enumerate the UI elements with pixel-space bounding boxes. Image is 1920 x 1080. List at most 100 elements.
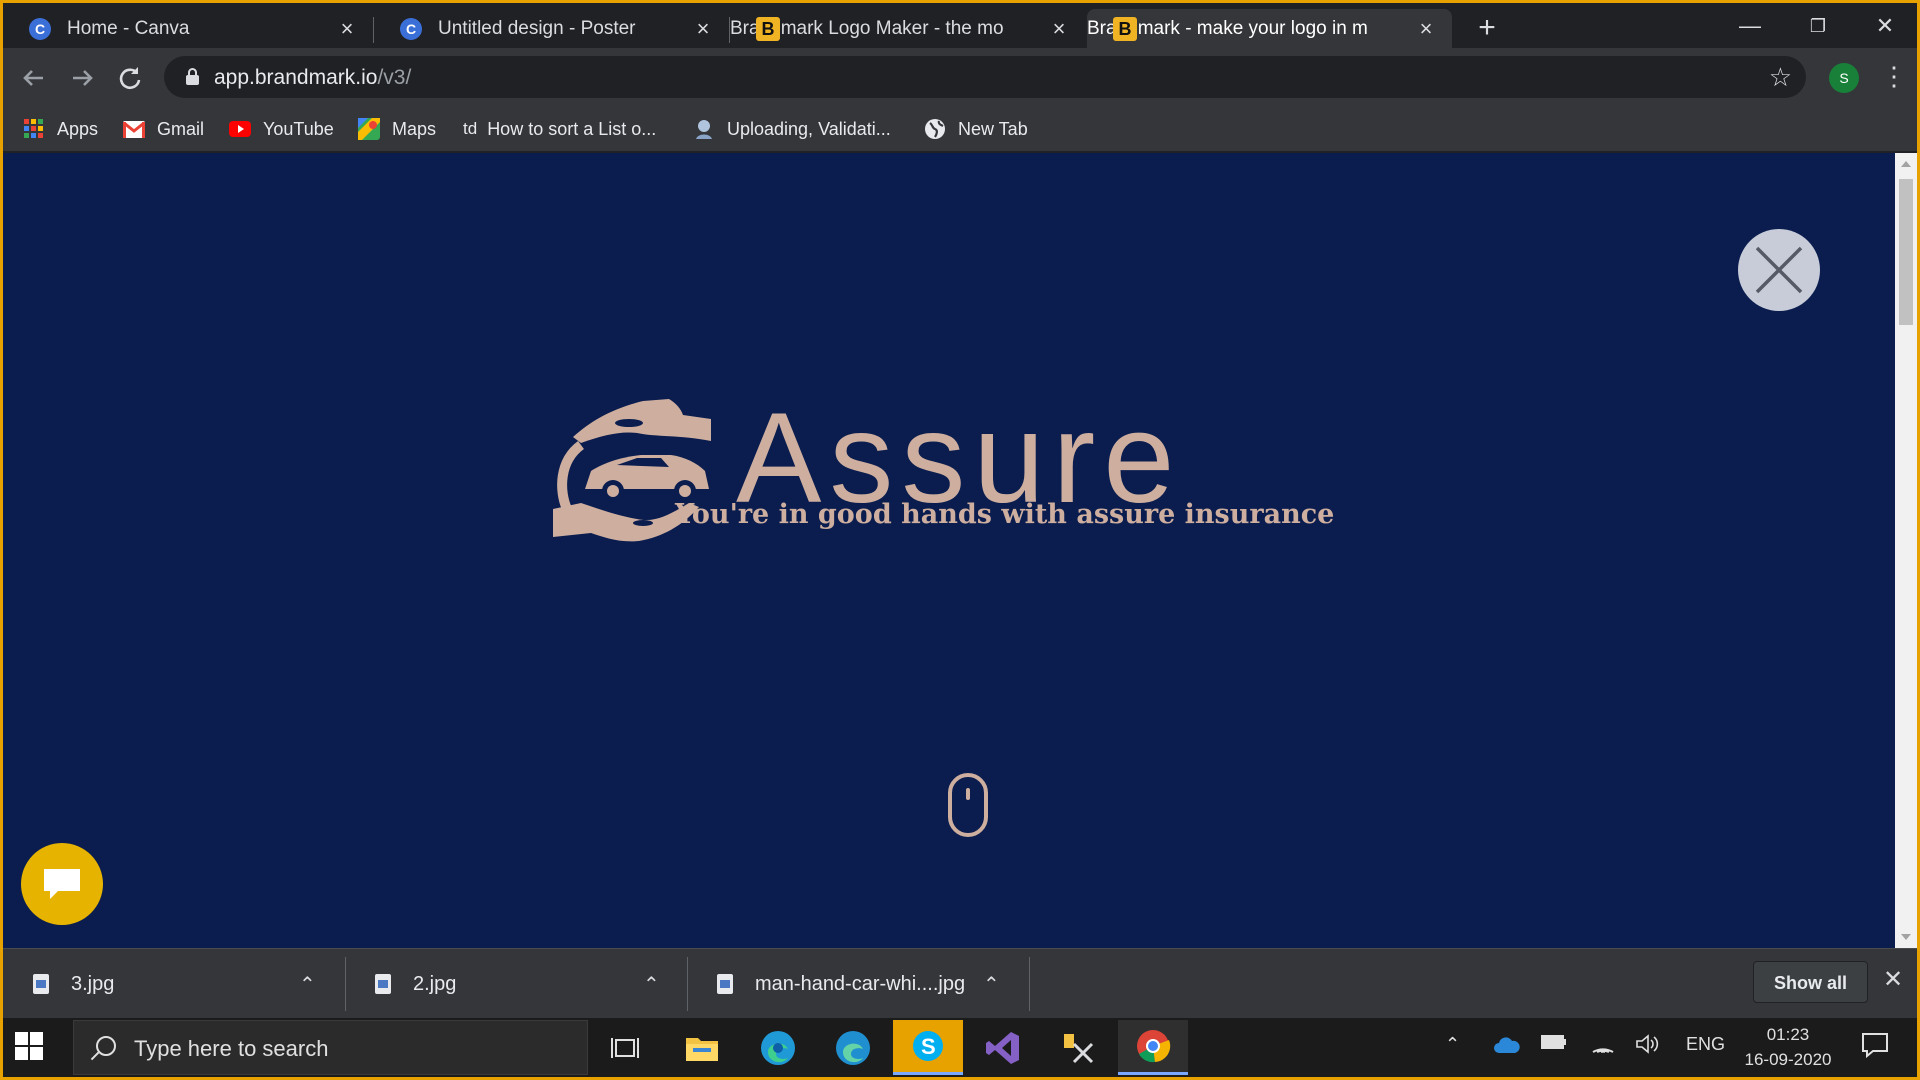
windows-start-icon[interactable] xyxy=(15,1032,45,1062)
bookmark-youtube[interactable]: YouTube xyxy=(229,115,334,143)
clock-time: 01:23 xyxy=(1766,1025,1810,1044)
brand-tagline: You're in good hands with assure insuran… xyxy=(675,499,1335,530)
bookmark-label: New Tab xyxy=(958,118,1028,139)
edge-icon[interactable] xyxy=(743,1020,813,1075)
clock-date: 16-09-2020 xyxy=(1744,1050,1832,1069)
download-item[interactable]: man-hand-car-whi....jpg ⌃ xyxy=(687,957,1027,1011)
apps-grid-icon xyxy=(23,118,45,140)
bookmark-label: How to sort a List o... xyxy=(487,118,657,139)
file-icon xyxy=(375,974,391,994)
browser-toolbar: app.brandmark.io/v3/ ☆ S ⋮ xyxy=(3,48,1917,107)
taskbar-search[interactable]: Type here to search xyxy=(73,1020,588,1075)
tab-close-icon[interactable]: × xyxy=(335,16,359,41)
download-separator xyxy=(1029,957,1030,1011)
globe-icon xyxy=(924,118,946,140)
tray-chevron-up-icon[interactable]: ⌃ xyxy=(1445,1034,1460,1055)
download-filename: 2.jpg xyxy=(413,972,457,995)
bookmark-label: Uploading, Validati... xyxy=(727,118,891,139)
edge-beta-icon[interactable] xyxy=(818,1020,888,1075)
bookmark-star-icon[interactable]: ☆ xyxy=(1769,62,1792,93)
download-item[interactable]: 2.jpg ⌃ xyxy=(345,957,685,1011)
brandmark-icon: B xyxy=(756,17,780,41)
close-icon[interactable] xyxy=(1738,229,1820,311)
bookmark-maps[interactable]: Maps xyxy=(358,115,436,143)
new-tab-button[interactable]: + xyxy=(1471,13,1503,45)
windows-taskbar: Type here to search S ⌃ ENG 01:23 16-09-… xyxy=(3,1018,1917,1077)
site-icon: td xyxy=(463,119,478,138)
site-icon xyxy=(693,118,715,140)
window-close-button[interactable]: ✕ xyxy=(1855,9,1915,43)
svg-text:S: S xyxy=(921,1034,936,1059)
download-filename: 3.jpg xyxy=(71,972,115,995)
restore-button[interactable]: ❐ xyxy=(1788,9,1848,43)
tab-strip: C Home - Canva × C Untitled design - Pos… xyxy=(3,3,1917,48)
logo: Assure You're in good hands with assure … xyxy=(551,387,1334,591)
scroll-down-arrow-icon[interactable] xyxy=(1901,934,1911,940)
tab-brandmark-active[interactable]: B Brandmark - make your logo in m × xyxy=(1087,9,1452,48)
bookmark-label: Maps xyxy=(392,118,437,139)
tools-icon[interactable] xyxy=(1043,1020,1113,1075)
scroll-up-arrow-icon[interactable] xyxy=(1901,161,1911,167)
file-explorer-icon[interactable] xyxy=(667,1020,737,1075)
file-icon xyxy=(33,974,49,994)
address-bar[interactable]: app.brandmark.io/v3/ ☆ xyxy=(164,56,1806,98)
tab-close-icon[interactable]: × xyxy=(691,16,715,41)
tab-title: Untitled design - Poster xyxy=(438,17,636,39)
bookmark-new-tab[interactable]: New Tab xyxy=(924,115,1028,143)
bookmark-label: YouTube xyxy=(263,118,334,139)
tab-title: Home - Canva xyxy=(67,17,190,39)
canva-icon: C xyxy=(29,17,51,40)
search-icon xyxy=(96,1036,116,1056)
brandmark-icon: B xyxy=(1113,17,1137,41)
wifi-icon[interactable] xyxy=(1591,1034,1615,1059)
download-shelf: 3.jpg ⌃ 2.jpg ⌃ man-hand-car-whi....jpg … xyxy=(3,948,1917,1018)
scroll-mouse-icon xyxy=(948,773,988,837)
bookmark-uploading[interactable]: Uploading, Validati... xyxy=(693,115,891,143)
chat-bubble-icon[interactable] xyxy=(21,843,103,925)
tab-untitled-design[interactable]: C Untitled design - Poster × xyxy=(374,9,729,48)
reload-icon[interactable] xyxy=(113,61,147,95)
file-icon xyxy=(717,974,733,994)
forward-arrow-icon[interactable] xyxy=(65,61,99,95)
bookmark-gmail[interactable]: Gmail xyxy=(123,115,204,143)
system-clock[interactable]: 01:23 16-09-2020 xyxy=(1738,1022,1838,1072)
back-arrow-icon[interactable] xyxy=(17,61,51,95)
download-filename: man-hand-car-whi....jpg xyxy=(755,972,966,995)
maps-icon xyxy=(358,118,380,140)
bookmark-apps[interactable]: Apps xyxy=(23,115,98,143)
close-shelf-icon[interactable]: ✕ xyxy=(1883,965,1903,994)
show-all-button[interactable]: Show all xyxy=(1753,961,1868,1003)
onedrive-icon[interactable] xyxy=(1493,1036,1521,1059)
page-content: Assure You're in good hands with assure … xyxy=(3,153,1895,948)
chevron-up-icon[interactable]: ⌃ xyxy=(299,972,316,997)
notifications-icon[interactable] xyxy=(1861,1032,1889,1063)
chrome-icon[interactable] xyxy=(1118,1020,1188,1075)
battery-icon[interactable] xyxy=(1541,1034,1567,1055)
download-item[interactable]: 3.jpg ⌃ xyxy=(3,957,343,1011)
minimize-button[interactable]: — xyxy=(1720,9,1780,43)
tab-home-canva[interactable]: C Home - Canva × xyxy=(3,9,373,48)
skype-icon[interactable]: S xyxy=(893,1020,963,1075)
tab-brandmark-logo-maker[interactable]: B Brandmark Logo Maker - the mo × xyxy=(730,9,1085,48)
profile-avatar[interactable]: S xyxy=(1829,63,1859,93)
bookmark-sort-list[interactable]: td How to sort a List o... xyxy=(463,115,656,143)
page-scrollbar[interactable] xyxy=(1895,153,1917,948)
task-view-icon[interactable] xyxy=(590,1020,660,1075)
bookmarks-bar: Apps Gmail YouTube Maps td How to sort a… xyxy=(3,107,1917,152)
tab-close-icon[interactable]: × xyxy=(1414,16,1438,41)
language-indicator[interactable]: ENG xyxy=(1686,1034,1725,1055)
canva-icon: C xyxy=(400,17,422,40)
lock-icon xyxy=(186,68,199,85)
tab-close-icon[interactable]: × xyxy=(1047,16,1071,41)
visual-studio-icon[interactable] xyxy=(968,1020,1038,1075)
volume-icon[interactable] xyxy=(1635,1034,1659,1059)
chevron-up-icon[interactable]: ⌃ xyxy=(983,972,1000,997)
url-text[interactable]: app.brandmark.io/v3/ xyxy=(214,66,411,90)
bookmark-label: Apps xyxy=(57,118,99,139)
scrollbar-thumb[interactable] xyxy=(1899,179,1913,325)
bookmark-label: Gmail xyxy=(157,118,205,139)
youtube-icon xyxy=(229,118,251,140)
gmail-icon xyxy=(123,118,145,140)
menu-kebab-icon[interactable]: ⋮ xyxy=(1881,61,1907,91)
chevron-up-icon[interactable]: ⌃ xyxy=(643,972,660,997)
